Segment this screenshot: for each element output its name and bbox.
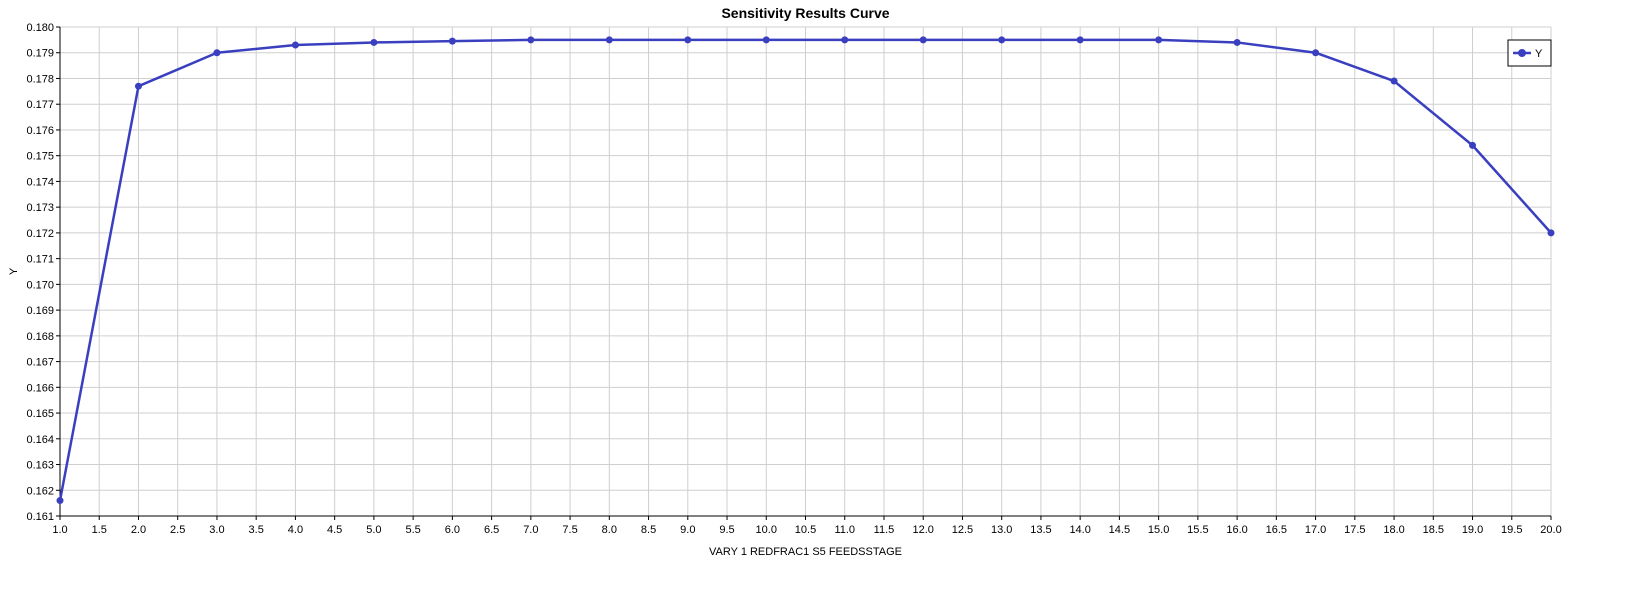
x-tick-label: 4.0	[288, 524, 303, 536]
x-tick-label: 19.0	[1462, 524, 1483, 536]
y-tick-label: 0.180	[26, 22, 54, 34]
x-tick-label: 12.0	[912, 524, 933, 536]
y-tick-label: 0.175	[26, 151, 54, 163]
x-tick-label: 14.0	[1069, 524, 1090, 536]
x-tick-label: 1.0	[52, 524, 67, 536]
x-tick-label: 13.5	[1030, 524, 1051, 536]
data-point	[527, 36, 535, 44]
x-tick-label: 9.0	[680, 524, 695, 536]
data-point	[762, 36, 770, 44]
x-tick-label: 19.5	[1501, 524, 1522, 536]
y-tick-label: 0.167	[26, 357, 54, 369]
sensitivity-chart: Sensitivity Results Curve VARY 1 REDFRAC…	[0, 0, 1637, 593]
x-tick-label: 1.5	[92, 524, 107, 536]
data-point	[1076, 36, 1084, 44]
x-tick-label: 8.5	[641, 524, 656, 536]
x-tick-label: 12.5	[952, 524, 973, 536]
x-tick-label: 2.5	[170, 524, 185, 536]
x-tick-label: 16.5	[1266, 524, 1287, 536]
legend: Y	[1507, 39, 1552, 67]
x-tick-label: 15.0	[1148, 524, 1169, 536]
axes	[56, 26, 1552, 520]
data-point	[134, 82, 142, 90]
data-point	[1469, 141, 1477, 149]
x-tick-label: 7.0	[523, 524, 538, 536]
x-tick-label: 9.5	[719, 524, 734, 536]
y-tick-label: 0.163	[26, 460, 54, 472]
y-tick-label: 0.168	[26, 331, 54, 343]
data-point	[56, 497, 64, 505]
x-tick-label: 6.5	[484, 524, 499, 536]
x-tick-label: 10.0	[756, 524, 777, 536]
y-tick-label: 0.177	[26, 99, 54, 111]
x-tick-label: 13.0	[991, 524, 1012, 536]
y-tick-label: 0.166	[26, 382, 54, 394]
y-tick-label: 0.170	[26, 279, 54, 291]
y-tick-label: 0.171	[26, 254, 54, 266]
y-tick-label: 0.179	[26, 48, 54, 60]
legend-marker-swatch	[1518, 49, 1526, 57]
x-axis-label: VARY 1 REDFRAC1 S5 FEEDSSTAGE	[709, 546, 902, 558]
x-tick-label: 16.0	[1226, 524, 1247, 536]
data-point	[1312, 49, 1320, 57]
x-tick-label: 10.5	[795, 524, 816, 536]
x-tick-label: 17.5	[1344, 524, 1365, 536]
data-point	[291, 41, 299, 49]
data-point	[684, 36, 692, 44]
y-tick-label: 0.169	[26, 305, 54, 317]
x-tick-label: 11.5	[874, 524, 895, 536]
x-tick-label: 7.5	[562, 524, 577, 536]
x-tick-label: 14.5	[1109, 524, 1130, 536]
x-tick-label: 11.0	[834, 524, 855, 536]
y-tick-label: 0.161	[26, 511, 54, 523]
y-tick-label: 0.164	[26, 434, 54, 446]
data-point	[1547, 229, 1555, 237]
x-tick-label: 3.5	[249, 524, 264, 536]
data-point	[605, 36, 613, 44]
y-tick-label: 0.174	[26, 176, 54, 188]
x-tick-label: 3.0	[209, 524, 224, 536]
y-tick-label: 0.178	[26, 73, 54, 85]
data-point	[1155, 36, 1163, 44]
y-tick-label: 0.176	[26, 125, 54, 137]
data-point	[213, 49, 221, 57]
x-tick-label: 15.5	[1187, 524, 1208, 536]
data-point	[448, 37, 456, 45]
y-tick-label: 0.172	[26, 228, 54, 240]
data-point	[370, 38, 378, 46]
x-tick-label: 4.5	[327, 524, 342, 536]
x-tick-label: 6.0	[445, 524, 460, 536]
legend-label: Y	[1535, 48, 1543, 60]
x-tick-label: 8.0	[602, 524, 617, 536]
x-tick-label: 18.0	[1383, 524, 1404, 536]
x-tick-label: 20.0	[1540, 524, 1561, 536]
x-tick-label: 5.0	[366, 524, 381, 536]
chart-title: Sensitivity Results Curve	[721, 5, 889, 21]
data-point	[919, 36, 927, 44]
y-tick-label: 0.162	[26, 485, 54, 497]
tick-labels: 1.0 1.5 2.0 2.5 3.0 3.5 4.0 4.5 5.0 5.5 6.0 6.5 7.0 7…	[26, 22, 1561, 536]
x-tick-label: 18.5	[1423, 524, 1444, 536]
y-tick-label: 0.165	[26, 408, 54, 420]
y-axis-label: Y	[8, 267, 20, 275]
x-tick-label: 17.0	[1305, 524, 1326, 536]
data-point	[998, 36, 1006, 44]
data-point	[1233, 38, 1241, 46]
grid	[59, 26, 1552, 517]
data-point	[1390, 77, 1398, 85]
x-tick-label: 2.0	[131, 524, 146, 536]
x-tick-label: 5.5	[405, 524, 420, 536]
y-tick-label: 0.173	[26, 202, 54, 214]
data-point	[841, 36, 849, 44]
chart-svg: Sensitivity Results Curve VARY 1 REDFRAC…	[8, 5, 1562, 558]
